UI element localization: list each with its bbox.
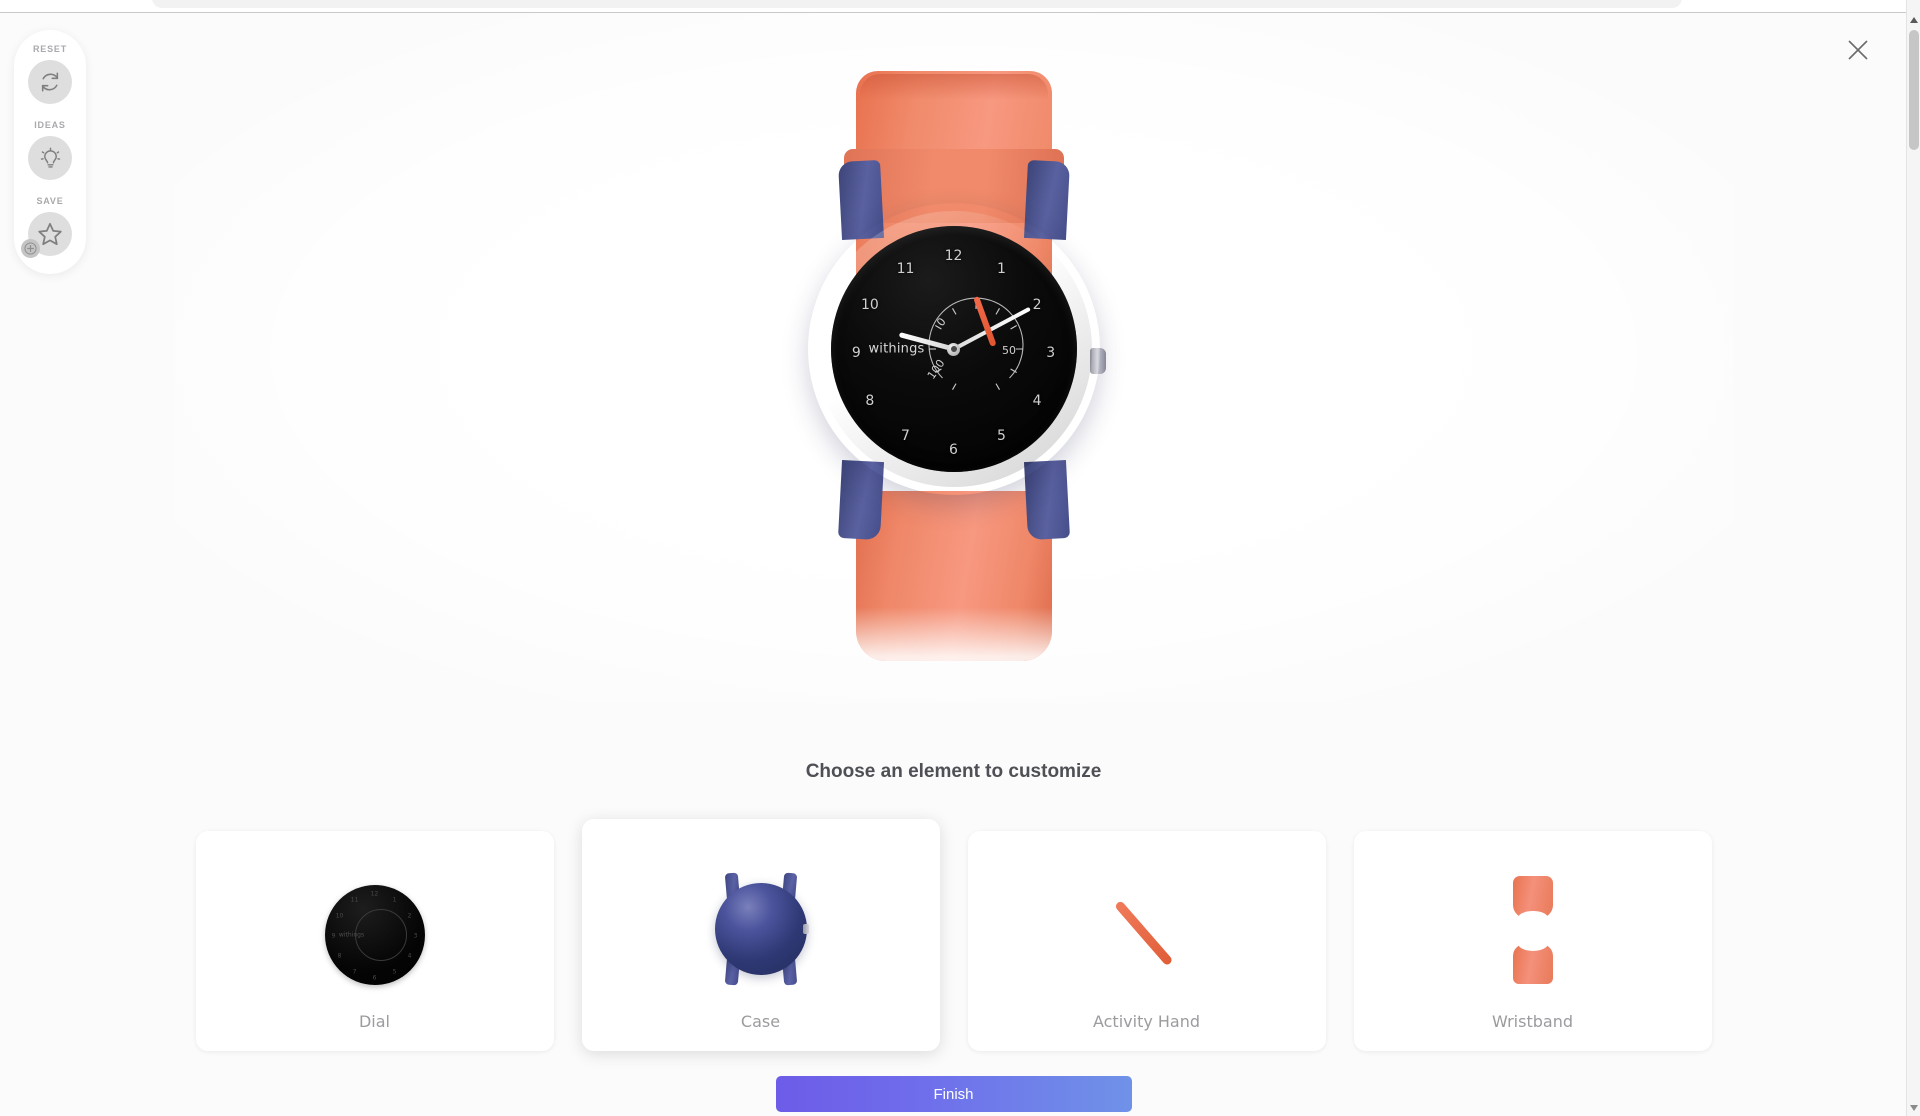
hour-numeral: 11 [896,261,915,278]
page-title: Choose an element to customize [805,761,1102,782]
element-card-list: 12 1 2 3 4 5 6 7 8 9 10 11 withings Dial [195,819,1712,1051]
hour-numeral: 10 [860,296,879,313]
hands-pivot [947,342,960,356]
element-card-label: Case [740,1012,781,1031]
finish-button[interactable]: Finish [775,1076,1132,1112]
watch-preview: 12 1 2 3 4 5 6 7 8 9 10 11 withings 0 50… [784,51,1124,691]
page-scrollbar[interactable] [1906,0,1920,1116]
tool-rail: RESET IDEAS SAVE [14,30,86,274]
star-icon [21,212,72,258]
ideas-label: IDEAS [34,120,66,130]
element-card-label: Activity Hand [1092,1012,1201,1031]
hour-numeral: 1 [997,261,1006,278]
case-thumbnail [582,845,940,1012]
hour-numeral: 9 [851,344,861,361]
hour-numeral: 5 [997,428,1006,445]
scroll-up-arrow-icon[interactable] [1907,12,1920,28]
svg-text:50: 50 [1002,344,1016,357]
scroll-down-arrow-icon[interactable] [1907,1100,1920,1116]
watch-case: 12 1 2 3 4 5 6 7 8 9 10 11 withings 0 50… [808,203,1100,495]
scrollbar-thumb[interactable] [1909,30,1919,150]
ideas-button[interactable]: IDEAS [28,120,72,180]
refresh-icon [28,60,72,104]
background-page-card [152,0,1682,8]
svg-text:0: 0 [934,315,949,329]
watch-dial: 12 1 2 3 4 5 6 7 8 9 10 11 withings 0 50… [830,226,1077,472]
hour-numeral: 6 [949,441,958,458]
svg-text:100: 100 [924,357,947,382]
dial-thumbnail: 12 1 2 3 4 5 6 7 8 9 10 11 withings [196,857,554,1012]
hour-numeral: 7 [901,428,910,445]
close-icon[interactable] [1841,33,1875,67]
activity-hand-thumbnail [968,857,1326,1012]
reset-button[interactable]: RESET [28,44,72,104]
save-button[interactable]: SAVE [21,196,72,258]
activity-subdial: 0 50 100 [917,290,1035,408]
lightbulb-icon [28,136,72,180]
element-card-case[interactable]: Case [581,819,940,1051]
hour-numeral: 8 [865,392,875,409]
hour-numeral: 3 [1046,344,1056,361]
save-label: SAVE [36,196,64,206]
wristband-bottom [855,491,1052,661]
page-behind-modal [0,0,1920,14]
wristband-thumbnail [1354,857,1712,1012]
element-card-wristband[interactable]: Wristband [1353,831,1712,1051]
reset-label: RESET [32,44,67,54]
element-card-label: Wristband [1492,1012,1573,1031]
element-card-dial[interactable]: 12 1 2 3 4 5 6 7 8 9 10 11 withings Dial [195,831,554,1051]
element-card-activity-hand[interactable]: Activity Hand [967,831,1326,1051]
hour-numeral: 12 [944,247,963,264]
plus-badge-icon[interactable] [21,239,40,258]
watch-customizer-modal: RESET IDEAS SAVE 12 1 2 3 4 5 6 7 8 9 10… [0,13,1907,1116]
element-card-label: Dial [358,1012,390,1031]
